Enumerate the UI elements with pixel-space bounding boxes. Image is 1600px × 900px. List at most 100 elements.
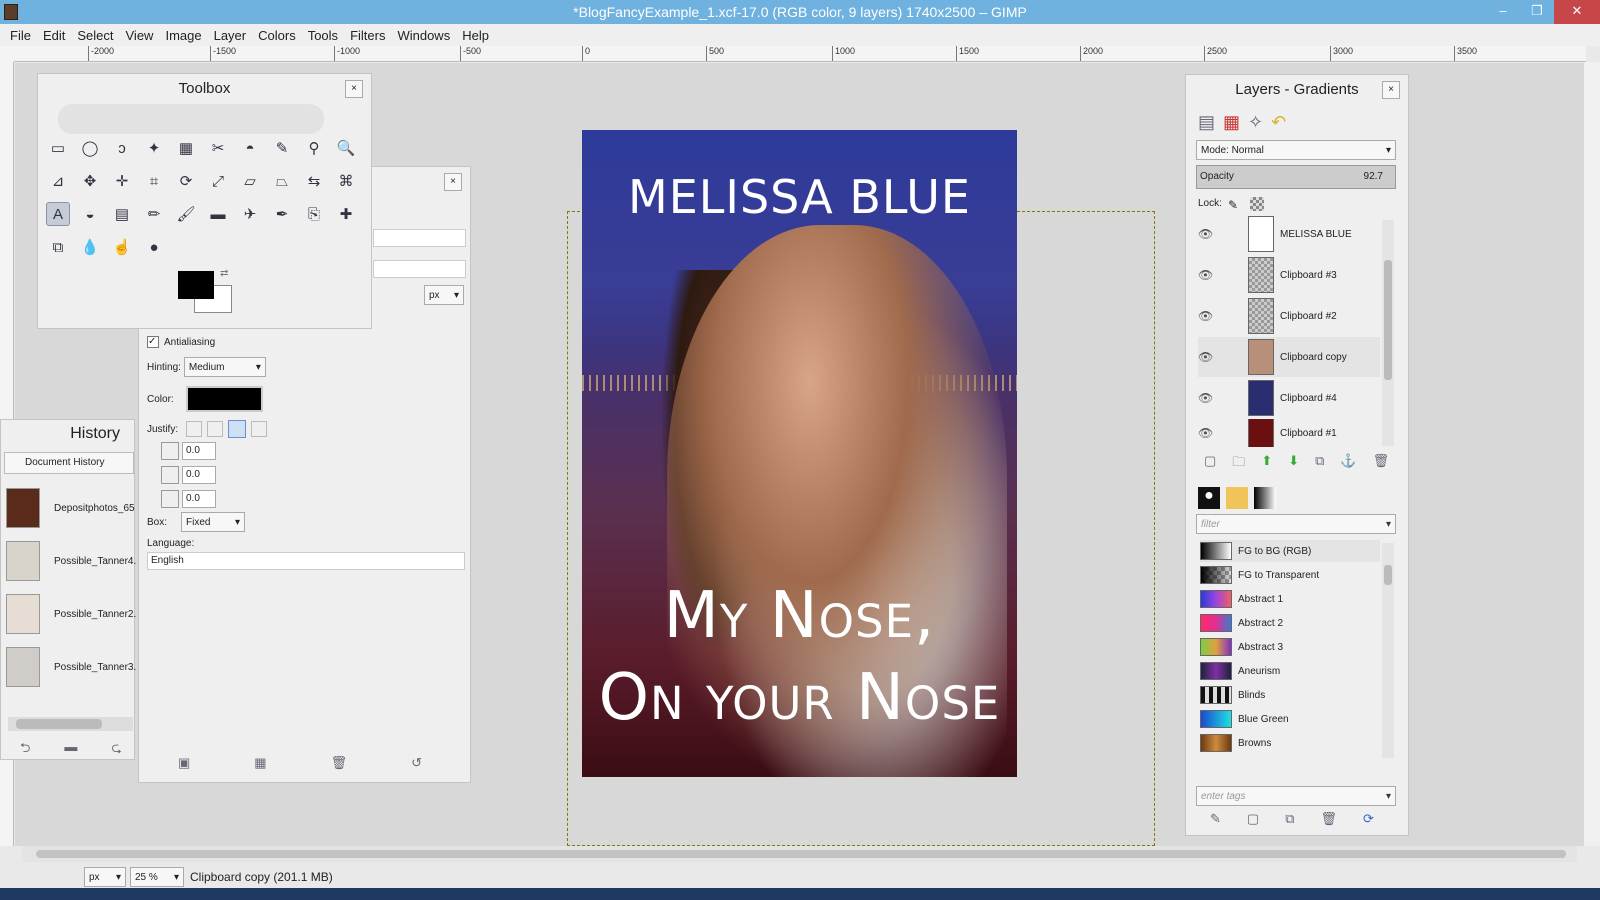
gradient-item[interactable]: Blue Green [1200,708,1380,730]
gradient-item[interactable]: FG to Transparent [1200,564,1380,586]
menu-layer[interactable]: Layer [208,28,253,43]
history-item[interactable]: Depositphotos_65 [6,488,135,528]
menu-help[interactable]: Help [456,28,495,43]
free-select-icon[interactable]: ↄ [110,136,134,160]
layer-row-selected[interactable]: 👁 Clipboard copy [1198,337,1380,377]
layer-row[interactable]: 👁 Clipboard #1 [1198,419,1380,447]
toolbox-close-button[interactable]: × [345,80,363,98]
tab-layers-icon[interactable]: ▤ [1198,112,1215,133]
perspective-clone-icon[interactable]: ⧉ [46,235,70,259]
refresh-gradients-icon[interactable]: ⟳ [1363,811,1374,827]
text-color-swatch[interactable] [185,386,263,412]
lower-layer-icon[interactable]: ⬇ [1288,453,1299,475]
gradient-item[interactable]: Aneurism [1200,660,1380,682]
visibility-eye-icon[interactable]: 👁 [1198,426,1218,440]
menu-select[interactable]: Select [71,28,119,43]
tab-patterns-icon[interactable] [1226,487,1248,509]
history-scrollbar[interactable] [8,717,133,731]
rotate-icon[interactable]: ⟳ [174,169,198,193]
undo-icon[interactable]: ⮌ [20,739,30,761]
duplicate-layer-icon[interactable]: ⧉ [1315,453,1324,475]
justify-center-icon[interactable] [228,420,247,438]
flip-icon[interactable]: ⇆ [302,169,326,193]
scale-icon[interactable]: ⤢ [206,169,230,193]
layers-scrollbar[interactable] [1382,220,1394,446]
menu-edit[interactable]: Edit [37,28,71,43]
gradient-item[interactable]: FG to BG (RGB) [1200,540,1380,562]
visibility-eye-icon[interactable]: 👁 [1198,227,1218,241]
layers-close-button[interactable]: × [1382,81,1400,99]
menu-image[interactable]: Image [159,28,207,43]
lock-pixels-icon[interactable]: ✎ [1228,198,1238,212]
visibility-eye-icon[interactable]: 👁 [1198,350,1218,364]
antialiasing-row[interactable]: ✓ Antialiasing [147,336,215,348]
ink-icon[interactable]: ✒ [270,202,294,226]
tab-paths-icon[interactable]: ✧ [1248,112,1263,133]
color-picker-icon[interactable]: ⚲ [302,136,326,160]
gradient-item[interactable]: Browns [1200,732,1380,754]
size-field[interactable] [373,260,466,278]
gradients-scrollbar[interactable] [1382,543,1394,758]
shear-icon[interactable]: ▱ [238,169,262,193]
font-field[interactable] [373,229,466,247]
delete-gradient-icon[interactable]: 🗑 [1321,811,1338,827]
tool-options-close-button[interactable]: × [444,173,462,191]
crop-icon[interactable]: ⌗ [142,169,166,193]
eraser-icon[interactable]: ▬ [206,202,230,226]
delete-options-icon[interactable]: 🗑 [331,755,348,771]
airbrush-icon[interactable]: ✈ [238,202,262,226]
minimize-button[interactable]: – [1486,0,1520,24]
scissors-icon[interactable]: ✂ [206,136,230,160]
gradient-item[interactable]: Blinds [1200,684,1380,706]
gradient-item[interactable]: Abstract 1 [1200,588,1380,610]
new-layer-group-icon[interactable]: 🗀 [1232,453,1245,475]
move-icon[interactable]: ✥ [78,169,102,193]
language-field[interactable]: English [147,552,465,570]
tab-undo-icon[interactable]: ↶ [1271,112,1286,133]
ruler-corner[interactable] [0,46,14,62]
tab-brushes-icon[interactable]: ● [1198,487,1220,509]
perspective-icon[interactable]: ⏢ [270,169,294,193]
hinting-select[interactable]: Medium ▾ [183,357,266,377]
history-item[interactable]: Possible_Tanner3. [6,647,136,687]
paintbrush-icon[interactable]: 🖌 [174,202,198,226]
book-cover-image[interactable]: MELISSA BLUE My Nose, On your Nose [582,130,1017,777]
justify-right-icon[interactable] [207,421,224,437]
raise-layer-icon[interactable]: ⬆ [1261,453,1272,475]
maximize-button[interactable]: ❐ [1520,0,1554,24]
paths-icon[interactable]: ✎ [270,136,294,160]
layer-mode-select[interactable]: Mode: Normal ▾ [1196,140,1396,160]
horizontal-ruler[interactable]: -2000 -1500 -1000 -500 0 500 1000 1500 2… [14,46,1586,62]
menu-view[interactable]: View [120,28,160,43]
text-icon[interactable]: A [46,202,70,226]
foreground-color[interactable] [178,271,214,299]
new-layer-icon[interactable]: ▢ [1204,453,1216,475]
new-gradient-icon[interactable]: ▢ [1247,811,1259,827]
clone-icon[interactable]: ⎘ [302,202,326,226]
menu-filters[interactable]: Filters [344,28,391,43]
line-spacing-spinner[interactable]: 0.0 [182,466,216,484]
gradient-filter-input[interactable]: filter ▾ [1196,514,1396,534]
edit-gradient-icon[interactable]: ✎ [1210,811,1221,827]
history-item[interactable]: Possible_Tanner2. [6,594,136,634]
visibility-eye-icon[interactable]: 👁 [1198,391,1218,405]
foreground-select-icon[interactable]: ◓ [238,136,262,160]
save-options-icon[interactable]: ▣ [178,755,190,771]
clear-history-icon[interactable]: ▬ [64,739,77,761]
indent-spinner[interactable]: 0.0 [182,442,216,460]
history-item[interactable]: Possible_Tanner4. [6,541,136,581]
bucket-fill-icon[interactable]: ◒ [78,202,102,226]
reset-options-icon[interactable]: ↺ [411,755,422,771]
smudge-icon[interactable]: ☝ [110,235,134,259]
fuzzy-select-icon[interactable]: ✦ [142,136,166,160]
dodge-icon[interactable]: ● [142,235,166,259]
heal-icon[interactable]: ✚ [334,202,358,226]
justify-left-icon[interactable] [186,421,203,437]
ellipse-select-icon[interactable]: ◯ [78,136,102,160]
anchor-layer-icon[interactable]: ⚓ [1340,453,1356,475]
rect-select-icon[interactable]: ▭ [46,136,70,160]
tab-channels-icon[interactable]: ▦ [1223,112,1240,133]
layer-row[interactable]: 👁 Clipboard #3 [1198,255,1380,295]
menu-colors[interactable]: Colors [252,28,302,43]
canvas-vertical-scrollbar[interactable] [1584,62,1600,846]
